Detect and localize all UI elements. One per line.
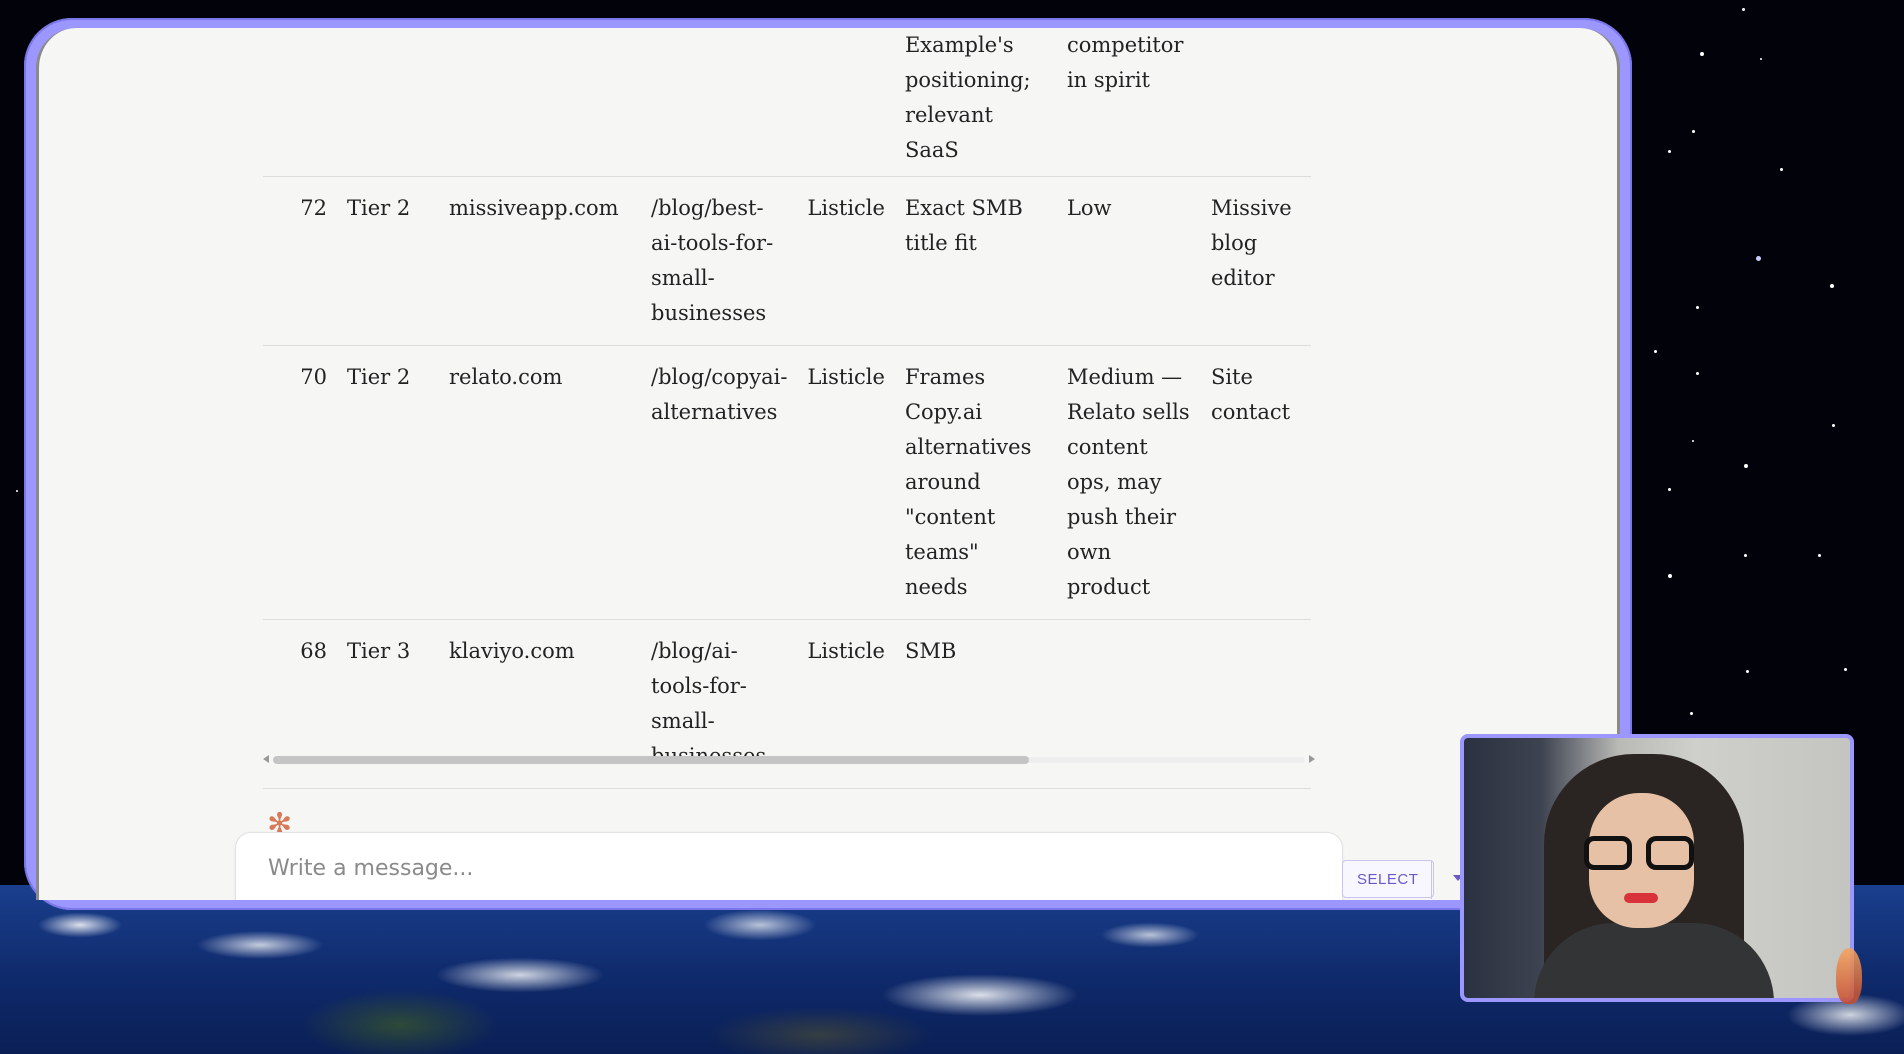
cell-fit: Frames Copy.ai alternatives around "cont… xyxy=(894,345,1057,620)
cell-score: 72 xyxy=(263,176,337,346)
table-row: 70 Tier 2 relato.com /blog/copyai-altern… xyxy=(263,345,1311,620)
presenter-lips xyxy=(1624,893,1658,903)
cell-fit: Exact SMB title fit xyxy=(894,176,1057,346)
select-button[interactable]: SELECT xyxy=(1342,860,1463,899)
cell-risk: competitor in spirit xyxy=(1056,28,1201,177)
cell-domain: relato.com xyxy=(439,345,641,620)
scrollbar-thumb[interactable] xyxy=(273,756,1029,764)
cell-risk: Low xyxy=(1056,176,1201,346)
cell-fit: Example's positioning; relevant SaaS xyxy=(894,28,1057,177)
results-table-scroller[interactable]: Example's positioning; relevant SaaS com… xyxy=(263,28,1315,789)
cell-path: /blog/copyai-alternatives xyxy=(641,345,798,620)
select-button-label: SELECT xyxy=(1357,870,1419,888)
chat-pane: Example's positioning; relevant SaaS com… xyxy=(36,28,1620,900)
flame-logo-icon xyxy=(1836,948,1862,1004)
webcam-video xyxy=(1464,738,1850,998)
cell-type: Listicle xyxy=(797,176,895,346)
cell-risk: Medium — Relato sells content ops, may p… xyxy=(1056,345,1201,620)
message-input[interactable] xyxy=(266,855,1170,882)
cell-path: /blog/best-ai-tools-for-small-businesses xyxy=(641,176,798,346)
cell-tier: Tier 2 xyxy=(337,345,439,620)
table-row: Example's positioning; relevant SaaS com… xyxy=(263,28,1311,177)
table-horizontal-scrollbar[interactable] xyxy=(263,752,1315,766)
glasses-icon xyxy=(1584,836,1700,872)
scroll-right-arrow-icon[interactable] xyxy=(1309,755,1315,763)
scroll-left-arrow-icon[interactable] xyxy=(263,755,269,763)
cell-score: 70 xyxy=(263,345,337,620)
app-window: Example's positioning; relevant SaaS com… xyxy=(24,18,1632,910)
cell-tier: Tier 2 xyxy=(337,176,439,346)
cell-type: Listicle xyxy=(797,345,895,620)
cell-contact: Site contact xyxy=(1200,345,1311,620)
cell-contact: Missive blog editor xyxy=(1200,176,1311,346)
cell-domain: missiveapp.com xyxy=(439,176,641,346)
table-row: 72 Tier 2 missiveapp.com /blog/best-ai-t… xyxy=(263,176,1311,346)
webcam-overlay xyxy=(1460,734,1854,1002)
select-divider xyxy=(1431,861,1432,899)
results-table: Example's positioning; relevant SaaS com… xyxy=(263,28,1311,789)
message-composer[interactable] xyxy=(235,832,1343,900)
